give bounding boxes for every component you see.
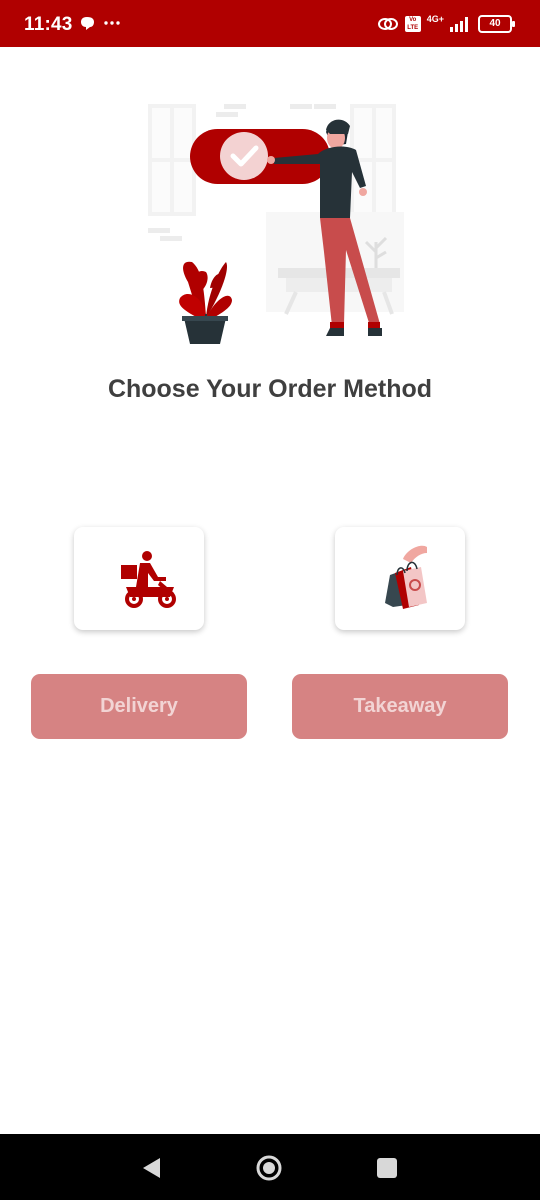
- page-title: Choose Your Order Method: [107, 375, 433, 403]
- status-bar: 11:43 Vo LTE 4G+ 40: [0, 0, 540, 47]
- status-time: 11:43: [24, 14, 73, 35]
- signal-strength-icon: [450, 17, 468, 32]
- status-right-icons: Vo LTE 4G+ 40: [377, 12, 515, 36]
- back-icon[interactable]: [142, 1157, 162, 1179]
- delivery-button[interactable]: Delivery: [31, 674, 247, 739]
- volte-label: Vo LTE: [407, 17, 419, 31]
- hotspot-link-icon: [377, 18, 398, 30]
- delivery-option-card[interactable]: [74, 527, 204, 630]
- battery-level: 40: [489, 18, 501, 29]
- network-type: 4G+: [426, 13, 444, 24]
- takeaway-option-card[interactable]: [335, 527, 465, 630]
- message-notification-icon: [81, 17, 120, 30]
- home-icon[interactable]: [255, 1154, 283, 1182]
- takeaway-button[interactable]: Takeaway: [292, 674, 508, 739]
- shopping-bags-icon: [385, 545, 427, 609]
- scooter-delivery-icon: [121, 551, 176, 608]
- volte-icon: Vo LTE: [404, 16, 421, 32]
- order-method-illustration: [148, 104, 404, 344]
- recent-apps-icon[interactable]: [377, 1158, 397, 1178]
- battery-icon: 40: [478, 15, 515, 33]
- status-left-icons: [80, 15, 124, 38]
